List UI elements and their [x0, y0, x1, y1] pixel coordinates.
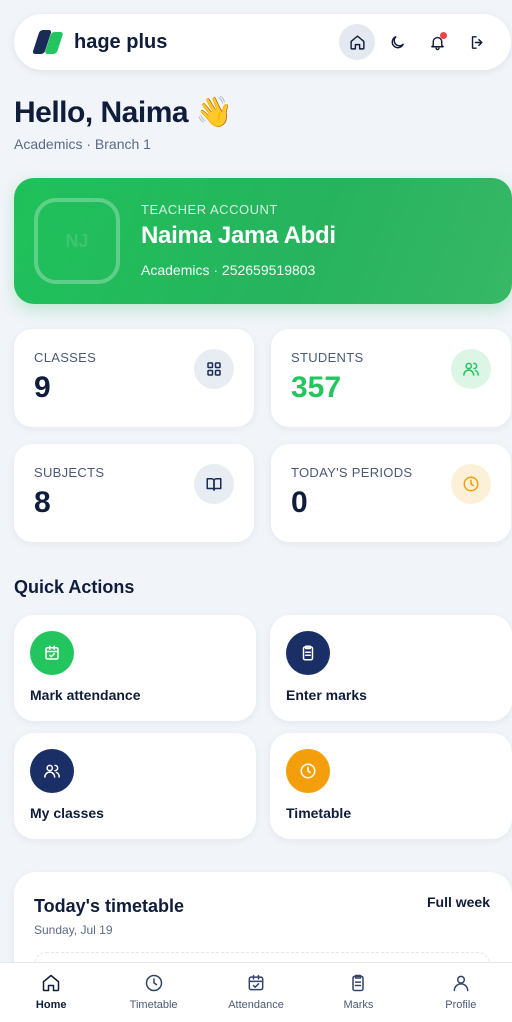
nav-label: Timetable — [129, 999, 178, 1011]
stat-value: 8 — [34, 486, 51, 519]
logo-mark-icon — [32, 28, 64, 56]
logout-icon — [471, 35, 482, 49]
teacher-meta: Academics · 252659519803 — [141, 262, 316, 278]
mark-attendance-button[interactable]: Mark attendance — [14, 615, 256, 721]
home-icon — [349, 34, 365, 50]
stat-card-students[interactable]: STUDENTS 357 — [271, 329, 511, 427]
nav-home[interactable]: Home — [0, 963, 102, 1022]
greeting-title: Hello, Naima 👋 — [14, 96, 233, 129]
app-name: hage plus — [74, 30, 168, 53]
waving-hand-emoji: 👋 — [195, 96, 233, 129]
clock-icon — [145, 974, 162, 992]
bottom-nav: Home Timetable Attendance Marks Profile — [0, 962, 512, 1022]
account-type-label: TEACHER ACCOUNT — [141, 202, 278, 217]
clock-icon — [300, 763, 316, 779]
nav-timetable[interactable]: Timetable — [102, 963, 204, 1022]
calendar-check-icon — [45, 645, 59, 660]
app-logo[interactable]: hage plus — [32, 28, 168, 56]
teacher-account-card[interactable]: NJ TEACHER ACCOUNT Naima Jama Abdi Acade… — [14, 178, 512, 304]
quick-actions-title: Quick Actions — [14, 577, 135, 597]
home-button[interactable] — [339, 24, 375, 60]
timetable-date: Sunday, Jul 19 — [34, 923, 113, 937]
logout-button[interactable] — [459, 24, 495, 60]
grid-icon — [207, 362, 221, 376]
avatar: NJ — [34, 198, 120, 284]
quick-action-label: Timetable — [286, 805, 352, 821]
quick-action-label: My classes — [30, 805, 104, 821]
timetable-title: Today's timetable — [34, 896, 184, 916]
stat-label: TODAY'S PERIODS — [291, 465, 413, 480]
user-icon — [453, 975, 469, 992]
stat-card-subjects[interactable]: SUBJECTS 8 — [14, 444, 254, 542]
users-icon — [463, 362, 479, 376]
stat-label: STUDENTS — [291, 350, 364, 365]
full-week-link[interactable]: Full week — [427, 894, 490, 910]
nav-label: Profile — [445, 999, 477, 1011]
enter-marks-button[interactable]: Enter marks — [270, 615, 512, 721]
quick-action-label: Mark attendance — [30, 687, 141, 703]
stat-value: 357 — [291, 371, 342, 404]
quick-action-label: Enter marks — [286, 687, 367, 703]
theme-toggle-button[interactable] — [379, 24, 415, 60]
notification-dot — [440, 32, 447, 39]
users-icon — [44, 764, 60, 778]
top-bar: hage plus — [14, 14, 511, 70]
home-icon — [42, 974, 60, 992]
nav-label: Home — [35, 999, 67, 1011]
stat-card-todays-periods[interactable]: TODAY'S PERIODS 0 — [271, 444, 511, 542]
nav-attendance[interactable]: Attendance — [205, 963, 307, 1022]
calendar-check-icon — [248, 974, 264, 991]
stat-label: SUBJECTS — [34, 465, 105, 480]
timetable-button[interactable]: Timetable — [270, 733, 512, 839]
stat-value: 9 — [34, 371, 51, 404]
nav-profile[interactable]: Profile — [410, 963, 512, 1022]
stat-value: 0 — [291, 486, 308, 519]
stat-label: CLASSES — [34, 350, 97, 365]
notifications-button[interactable] — [419, 24, 455, 60]
teacher-name: Naima Jama Abdi — [141, 222, 336, 249]
nav-label: Attendance — [228, 999, 284, 1011]
greeting-subtitle: Academics · Branch 1 — [14, 136, 151, 152]
clipboard-icon — [352, 974, 365, 992]
stat-card-classes[interactable]: CLASSES 9 — [14, 329, 254, 427]
my-classes-button[interactable]: My classes — [14, 733, 256, 839]
book-icon — [206, 478, 222, 491]
moon-icon — [391, 35, 404, 48]
nav-label: Marks — [343, 999, 374, 1011]
clock-icon — [463, 476, 479, 492]
nav-marks[interactable]: Marks — [307, 963, 409, 1022]
clipboard-icon — [302, 645, 314, 661]
